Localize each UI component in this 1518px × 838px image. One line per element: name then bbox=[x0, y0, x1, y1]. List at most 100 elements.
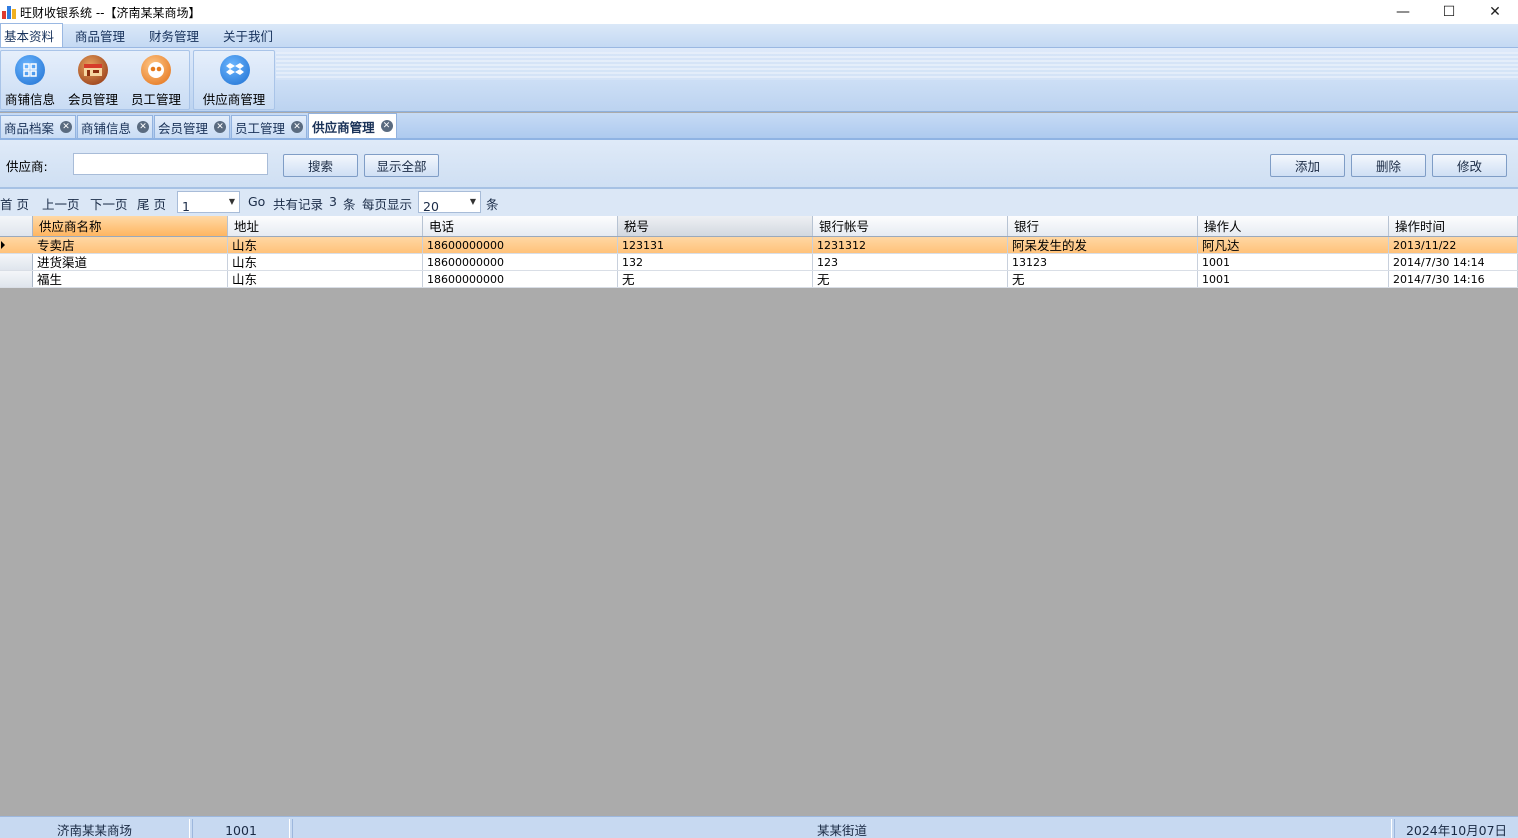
col-tax-number[interactable]: 税号 bbox=[618, 216, 813, 236]
col-supplier-name[interactable]: 供应商名称 bbox=[33, 216, 228, 236]
add-button[interactable]: 添加 bbox=[1270, 154, 1345, 177]
member-mgmt-button[interactable]: 会员管理 bbox=[64, 55, 122, 108]
cell-supplier-name[interactable]: 专卖店 bbox=[33, 237, 228, 253]
cell-bank-account[interactable]: 无 bbox=[813, 271, 1008, 287]
per-page-label: 每页显示 bbox=[362, 197, 413, 212]
cell-supplier-name[interactable]: 福生 bbox=[33, 271, 228, 287]
col-bank-account[interactable]: 银行帐号 bbox=[813, 216, 1008, 236]
row-header[interactable] bbox=[0, 254, 33, 270]
cell-tax-number[interactable]: 无 bbox=[618, 271, 813, 287]
shop-info-label: 商铺信息 bbox=[4, 92, 55, 107]
select-all-corner[interactable] bbox=[0, 216, 33, 236]
status-bar: 济南某某商场 1001 某某街道 2024年10月07日 bbox=[0, 816, 1518, 838]
cell-address[interactable]: 山东 bbox=[228, 254, 423, 270]
staff-mgmt-label: 员工管理 bbox=[130, 92, 181, 107]
next-page-link[interactable]: 下一页 bbox=[90, 194, 128, 213]
chevron-down-icon: ▼ bbox=[228, 197, 235, 206]
col-phone[interactable]: 电话 bbox=[423, 216, 618, 236]
tab-label: 员工管理 bbox=[235, 120, 286, 136]
cell-operate-time[interactable]: 2013/11/22 bbox=[1389, 237, 1518, 253]
status-address: 某某街道 bbox=[292, 819, 1392, 838]
col-address[interactable]: 地址 bbox=[228, 216, 423, 236]
cell-address[interactable]: 山东 bbox=[228, 237, 423, 253]
search-button[interactable]: 搜索 bbox=[283, 154, 358, 177]
status-user-id: 1001 bbox=[192, 819, 290, 838]
supplier-search-label: 供应商: bbox=[6, 159, 48, 174]
status-store-name: 济南某某商场 bbox=[0, 819, 190, 838]
chevron-down-icon: ▼ bbox=[469, 197, 476, 206]
cell-phone[interactable]: 18600000000 bbox=[423, 271, 618, 287]
total-records-label: 共有记录 bbox=[273, 197, 324, 212]
ribbon-group-basic: 商铺信息 会员管理 员工管理 bbox=[0, 50, 190, 110]
cell-operator[interactable]: 1001 bbox=[1198, 254, 1389, 270]
tab-member-mgmt[interactable]: 会员管理 ✕ bbox=[154, 115, 231, 138]
pagination-bar: 首 页 上一页 下一页 尾 页 1 ▼ Go 共有记录 3 条 每页显示 20 ▼ … bbox=[0, 189, 1518, 216]
per-page-value: 20 bbox=[423, 199, 439, 214]
cell-phone[interactable]: 18600000000 bbox=[423, 254, 618, 270]
close-tab-icon[interactable]: ✕ bbox=[291, 121, 304, 133]
title-bar: 旺财收银系统 --【济南某某商场】 — ☐ ✕ bbox=[0, 0, 1518, 24]
member-mgmt-label: 会员管理 bbox=[67, 92, 118, 107]
status-date: 2024年10月07日 bbox=[1394, 819, 1518, 838]
cell-operate-time[interactable]: 2014/7/30 14:14 bbox=[1389, 254, 1518, 270]
prev-page-link[interactable]: 上一页 bbox=[42, 194, 80, 213]
edit-button[interactable]: 修改 bbox=[1432, 154, 1507, 177]
cell-supplier-name[interactable]: 进货渠道 bbox=[33, 254, 228, 270]
first-page-link[interactable]: 首 页 bbox=[0, 194, 29, 213]
per-page-select[interactable]: 20 ▼ bbox=[418, 191, 481, 214]
cell-operator[interactable]: 1001 bbox=[1198, 271, 1389, 287]
cell-phone[interactable]: 18600000000 bbox=[423, 237, 618, 253]
show-all-button[interactable]: 显示全部 bbox=[364, 154, 439, 177]
staff-mgmt-button[interactable]: 员工管理 bbox=[127, 55, 185, 108]
tab-label: 会员管理 bbox=[158, 120, 209, 136]
cell-bank[interactable]: 13123 bbox=[1008, 254, 1198, 270]
table-row[interactable]: 进货渠道 山东 18600000000 132 123 13123 1001 2… bbox=[0, 254, 1518, 271]
cell-address[interactable]: 山东 bbox=[228, 271, 423, 287]
row-header[interactable] bbox=[0, 237, 33, 253]
cell-operate-time[interactable]: 2014/7/30 14:16 bbox=[1389, 271, 1518, 287]
search-toolbar: 供应商: 搜索 显示全部 添加 删除 修改 bbox=[0, 140, 1518, 189]
table-row[interactable]: 专卖店 山东 18600000000 123131 1231312 阿呆发生的发… bbox=[0, 237, 1518, 254]
close-tab-icon[interactable]: ✕ bbox=[60, 121, 73, 133]
shop-info-button[interactable]: 商铺信息 bbox=[1, 55, 59, 108]
cell-operator[interactable]: 阿凡达 bbox=[1198, 237, 1389, 253]
delete-button[interactable]: 删除 bbox=[1351, 154, 1426, 177]
tab-supplier-mgmt[interactable]: 供应商管理 ✕ bbox=[308, 113, 397, 138]
tab-label: 供应商管理 bbox=[312, 119, 375, 135]
supplier-search-input[interactable] bbox=[73, 153, 268, 175]
tab-product-archive[interactable]: 商品档案 ✕ bbox=[0, 115, 77, 138]
page-number-select[interactable]: 1 ▼ bbox=[177, 191, 240, 214]
tab-label: 商品档案 bbox=[4, 120, 55, 136]
close-tab-icon[interactable]: ✕ bbox=[380, 120, 393, 132]
maximize-button[interactable]: ☐ bbox=[1426, 0, 1472, 24]
people-icon bbox=[141, 55, 171, 85]
supplier-table: 供应商名称 地址 电话 税号 银行帐号 银行 操作人 操作时间 专卖店 山东 1… bbox=[0, 216, 1518, 288]
close-tab-icon[interactable]: ✕ bbox=[214, 121, 227, 133]
document-tab-bar: 商品档案 ✕ 商铺信息 ✕ 会员管理 ✕ 员工管理 ✕ 供应商管理 ✕ bbox=[0, 113, 1518, 140]
ribbon-tab-finance[interactable]: 财务管理 bbox=[137, 24, 211, 47]
col-bank[interactable]: 银行 bbox=[1008, 216, 1198, 236]
cell-bank-account[interactable]: 123 bbox=[813, 254, 1008, 270]
supplier-mgmt-button[interactable]: 供应商管理 bbox=[203, 55, 265, 108]
ribbon-tab-basic[interactable]: 基本资料 bbox=[0, 23, 64, 47]
tab-staff-mgmt[interactable]: 员工管理 ✕ bbox=[231, 115, 308, 138]
col-operator[interactable]: 操作人 bbox=[1198, 216, 1389, 236]
row-header[interactable] bbox=[0, 271, 33, 287]
close-button[interactable]: ✕ bbox=[1472, 0, 1518, 24]
minimize-button[interactable]: — bbox=[1380, 0, 1426, 24]
cell-tax-number[interactable]: 132 bbox=[618, 254, 813, 270]
col-operate-time[interactable]: 操作时间 bbox=[1389, 216, 1518, 236]
ribbon-tab-bar: 基本资料 商品管理 财务管理 关于我们 bbox=[0, 23, 1518, 48]
cell-bank[interactable]: 阿呆发生的发 bbox=[1008, 237, 1198, 253]
tab-shop-info[interactable]: 商铺信息 ✕ bbox=[77, 115, 154, 138]
ribbon-tab-about[interactable]: 关于我们 bbox=[211, 24, 285, 47]
cell-bank[interactable]: 无 bbox=[1008, 271, 1198, 287]
close-tab-icon[interactable]: ✕ bbox=[137, 121, 150, 133]
go-button[interactable]: Go bbox=[248, 194, 265, 209]
table-row[interactable]: 福生 山东 18600000000 无 无 无 1001 2014/7/30 1… bbox=[0, 271, 1518, 288]
cell-bank-account[interactable]: 1231312 bbox=[813, 237, 1008, 253]
last-page-link[interactable]: 尾 页 bbox=[137, 194, 166, 213]
dropbox-icon bbox=[220, 55, 250, 85]
cell-tax-number[interactable]: 123131 bbox=[618, 237, 813, 253]
ribbon-tab-products[interactable]: 商品管理 bbox=[63, 24, 137, 47]
